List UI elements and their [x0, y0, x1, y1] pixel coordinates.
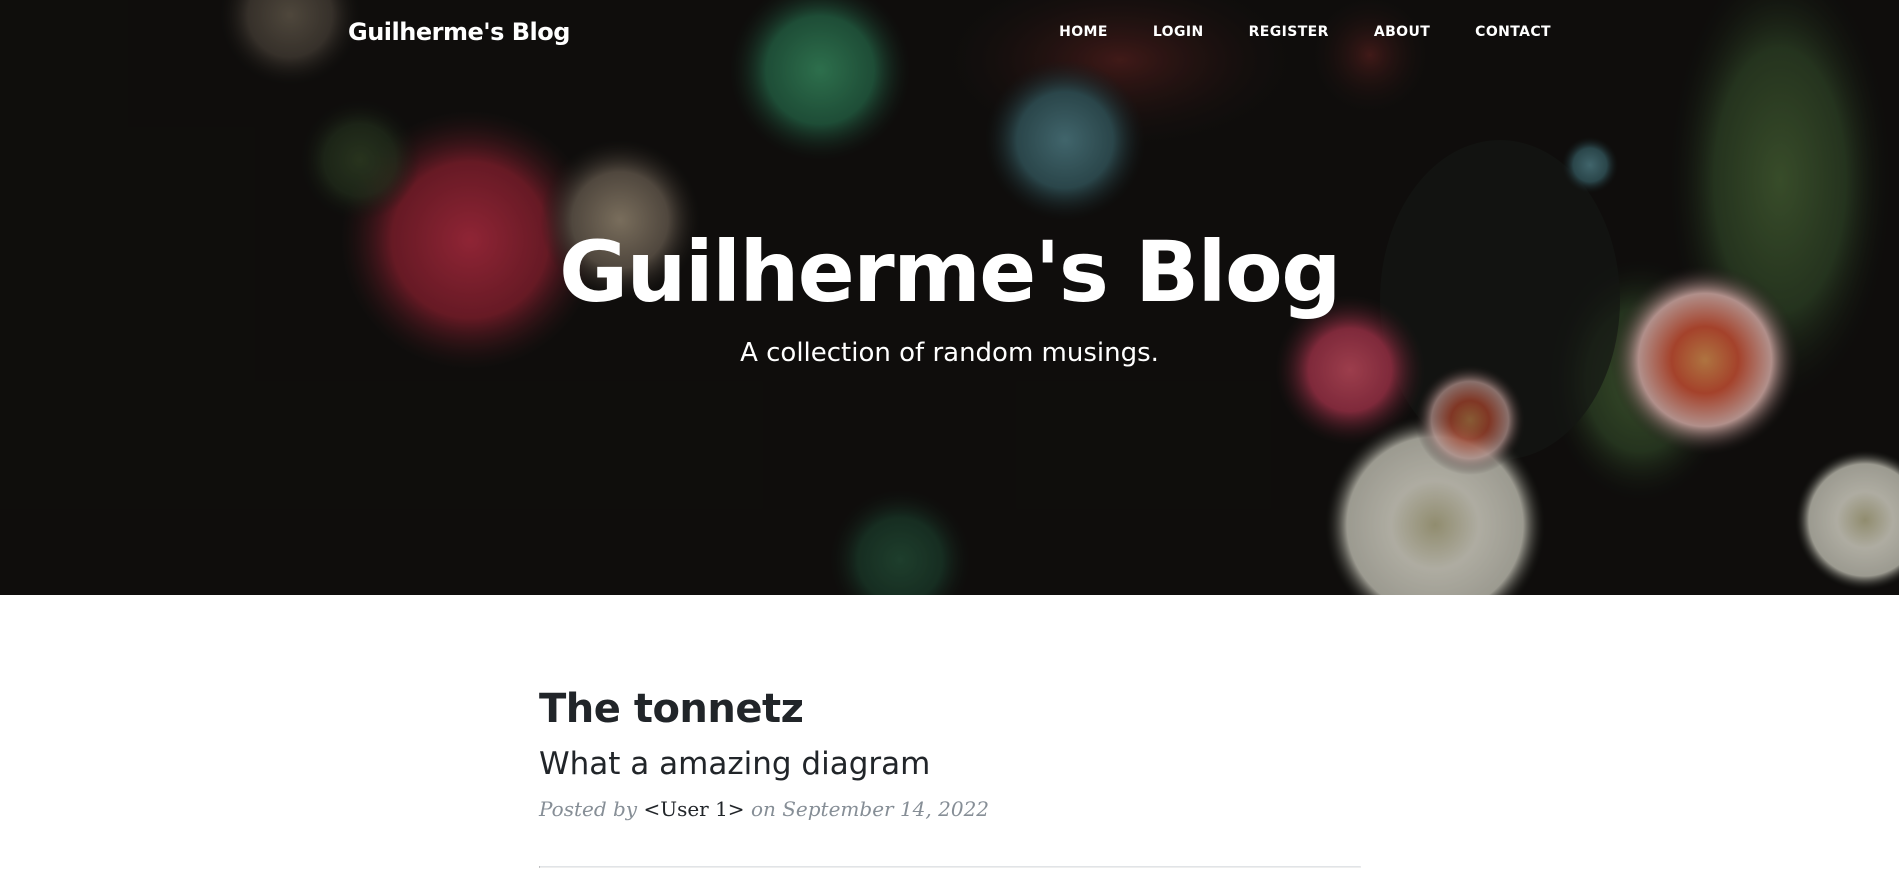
- nav-link-register[interactable]: REGISTER: [1249, 24, 1329, 40]
- post-subtitle-link[interactable]: What a amazing diagram: [539, 742, 1359, 786]
- site-title: Guilherme's Blog: [559, 223, 1341, 321]
- masthead: Guilherme's Blog HOME LOGIN REGISTER ABO…: [0, 0, 1899, 595]
- main-navbar: Guilherme's Blog HOME LOGIN REGISTER ABO…: [0, 0, 1899, 66]
- nav-link-login[interactable]: LOGIN: [1153, 24, 1204, 40]
- post-list: The tonnetz What a amazing diagram Poste…: [539, 680, 1361, 868]
- nav-link-contact[interactable]: CONTACT: [1475, 24, 1551, 40]
- post-meta-on: on: [750, 797, 776, 821]
- nav-link-home[interactable]: HOME: [1059, 24, 1108, 40]
- site-subtitle: A collection of random musings.: [740, 338, 1159, 368]
- post-date: September 14, 2022: [782, 797, 990, 821]
- post-title-link[interactable]: The tonnetz: [539, 680, 1359, 738]
- post-divider: [539, 866, 1361, 868]
- nav-links: HOME LOGIN REGISTER ABOUT CONTACT: [1014, 24, 1551, 40]
- post-author-link[interactable]: <User 1>: [643, 797, 744, 821]
- post-meta-prefix: Posted by: [539, 797, 638, 821]
- brand-logo-link[interactable]: Guilherme's Blog: [348, 18, 570, 46]
- post-preview: The tonnetz What a amazing diagram Poste…: [539, 680, 1359, 824]
- nav-link-about[interactable]: ABOUT: [1374, 24, 1430, 40]
- post-meta: Posted by <User 1> on September 14, 2022: [539, 794, 1359, 824]
